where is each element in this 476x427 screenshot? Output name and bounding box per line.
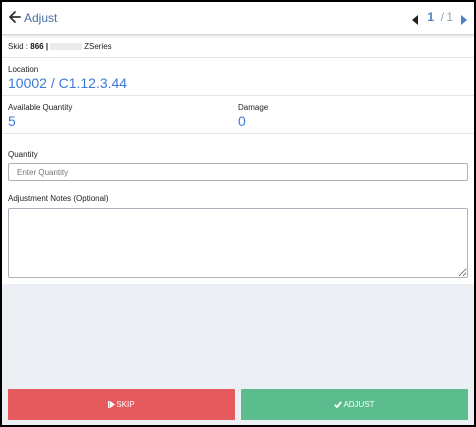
back-button[interactable]: [8, 8, 24, 26]
available-quantity-label: Available Quantity: [8, 103, 73, 112]
header-bar: Adjust 1 / 1: [2, 2, 474, 35]
quantity-input[interactable]: [8, 163, 468, 181]
action-footer: SKIP ADJUST: [2, 384, 474, 425]
pager-current: 1: [427, 10, 434, 24]
pager-total: 1: [446, 10, 453, 24]
pager: 1 / 1: [398, 9, 468, 27]
arrow-left-icon: [9, 11, 21, 23]
available-quantity-value: 5: [8, 113, 16, 129]
skid-series: ZSeries: [84, 42, 112, 51]
adjust-label: ADJUST: [343, 400, 375, 409]
skid-number: 866: [30, 42, 44, 51]
redacted-block: [50, 43, 83, 50]
damage-label: Damage: [238, 103, 269, 112]
location-row: Location 10002 / C1.12.3.44: [2, 58, 474, 96]
content-spacer: [2, 284, 474, 388]
caret-left-icon: [412, 15, 418, 25]
location-value: 10002 / C1.12.3.44: [8, 75, 128, 91]
page-title: Adjust: [24, 11, 58, 25]
step-forward-icon: [108, 401, 116, 408]
quantity-summary-row: Available Quantity 5 Damage 0: [2, 96, 474, 134]
quantity-label: Quantity: [8, 150, 38, 159]
skid-divider: |: [45, 42, 49, 51]
adjust-button[interactable]: ADJUST: [241, 389, 468, 420]
location-label: Location: [8, 65, 39, 74]
skid-info: Skid : 866 | ZSeries: [8, 42, 112, 51]
damage-value: 0: [238, 113, 246, 129]
skip-label: SKIP: [116, 400, 135, 409]
prev-page-button[interactable]: [411, 12, 419, 25]
pager-separator: /: [440, 10, 444, 24]
app-window: Adjust 1 / 1 Skid : 866 |ZSeries Locati: [2, 2, 474, 425]
adjust-form: Quantity Adjustment Notes (Optional): [2, 134, 474, 284]
adjustment-notes-textarea[interactable]: [8, 208, 468, 278]
notes-label: Adjustment Notes (Optional): [8, 194, 109, 203]
next-page-button[interactable]: [460, 12, 468, 25]
check-icon: [334, 401, 343, 408]
skid-info-row: Skid : 866 | ZSeries: [2, 35, 474, 58]
skid-label: Skid :: [8, 42, 29, 51]
skip-button[interactable]: SKIP: [8, 389, 235, 420]
caret-right-icon: [461, 15, 467, 25]
